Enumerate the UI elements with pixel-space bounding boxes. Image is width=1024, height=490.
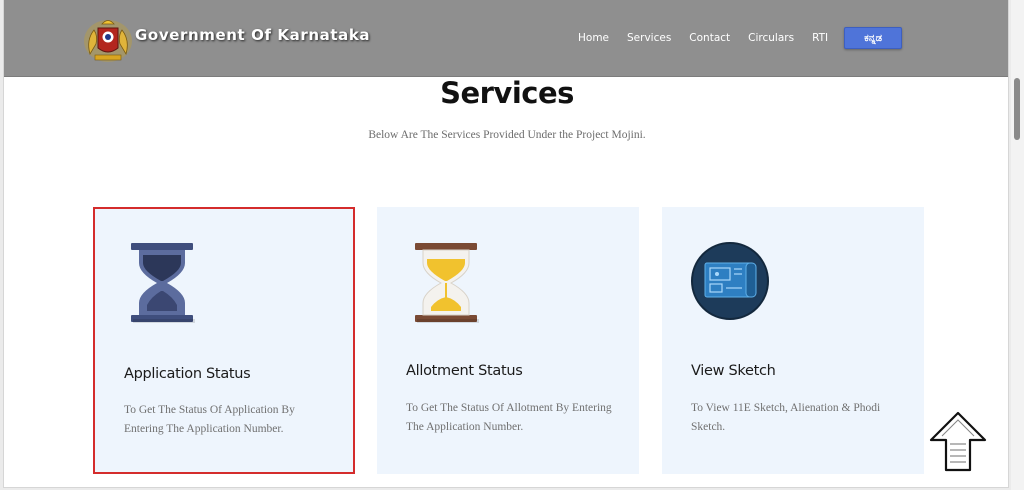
card-title: Application Status [124, 366, 251, 382]
language-toggle-button[interactable]: ಕನ್ನಡ [844, 27, 903, 49]
service-card-view-sketch[interactable]: View Sketch To View 11E Sketch, Alienati… [662, 207, 924, 474]
scroll-up-arrow-icon[interactable] [928, 410, 988, 474]
card-title: View Sketch [691, 363, 776, 379]
top-navbar: Government Of Karnataka Home Services Co… [4, 0, 1008, 77]
service-card-allotment-status[interactable]: Allotment Status To Get The Status Of Al… [377, 207, 639, 474]
nav-contact[interactable]: Contact [689, 32, 730, 44]
card-description: To View 11E Sketch, Alienation & Phodi S… [691, 402, 881, 433]
karnataka-emblem-icon[interactable] [82, 14, 134, 64]
vertical-scrollbar[interactable] [1011, 0, 1024, 490]
nav-services[interactable]: Services [627, 32, 671, 44]
service-card-application-status[interactable]: Application Status To Get The Status Of … [93, 207, 355, 474]
nav-circulars[interactable]: Circulars [748, 32, 794, 44]
nav-rti[interactable]: RTI [812, 32, 828, 44]
card-title: Allotment Status [406, 363, 523, 379]
blueprint-icon [691, 242, 769, 320]
page-subtitle: Below Are The Services Provided Under th… [368, 129, 646, 141]
page: Government Of Karnataka Home Services Co… [3, 0, 1009, 488]
page-title: Services [440, 76, 574, 110]
card-description: To Get The Status Of Allotment By Enteri… [406, 402, 612, 433]
main-nav: Home Services Contact Circulars RTI ಕನ್ನ… [578, 26, 903, 50]
card-description: To Get The Status Of Application By Ente… [124, 404, 295, 435]
scrollbar-thumb[interactable] [1014, 78, 1020, 140]
site-title[interactable]: Government Of Karnataka [135, 26, 370, 44]
nav-home[interactable]: Home [578, 32, 609, 44]
hourglass-blue-icon [131, 243, 195, 323]
hourglass-gold-icon [415, 243, 479, 323]
